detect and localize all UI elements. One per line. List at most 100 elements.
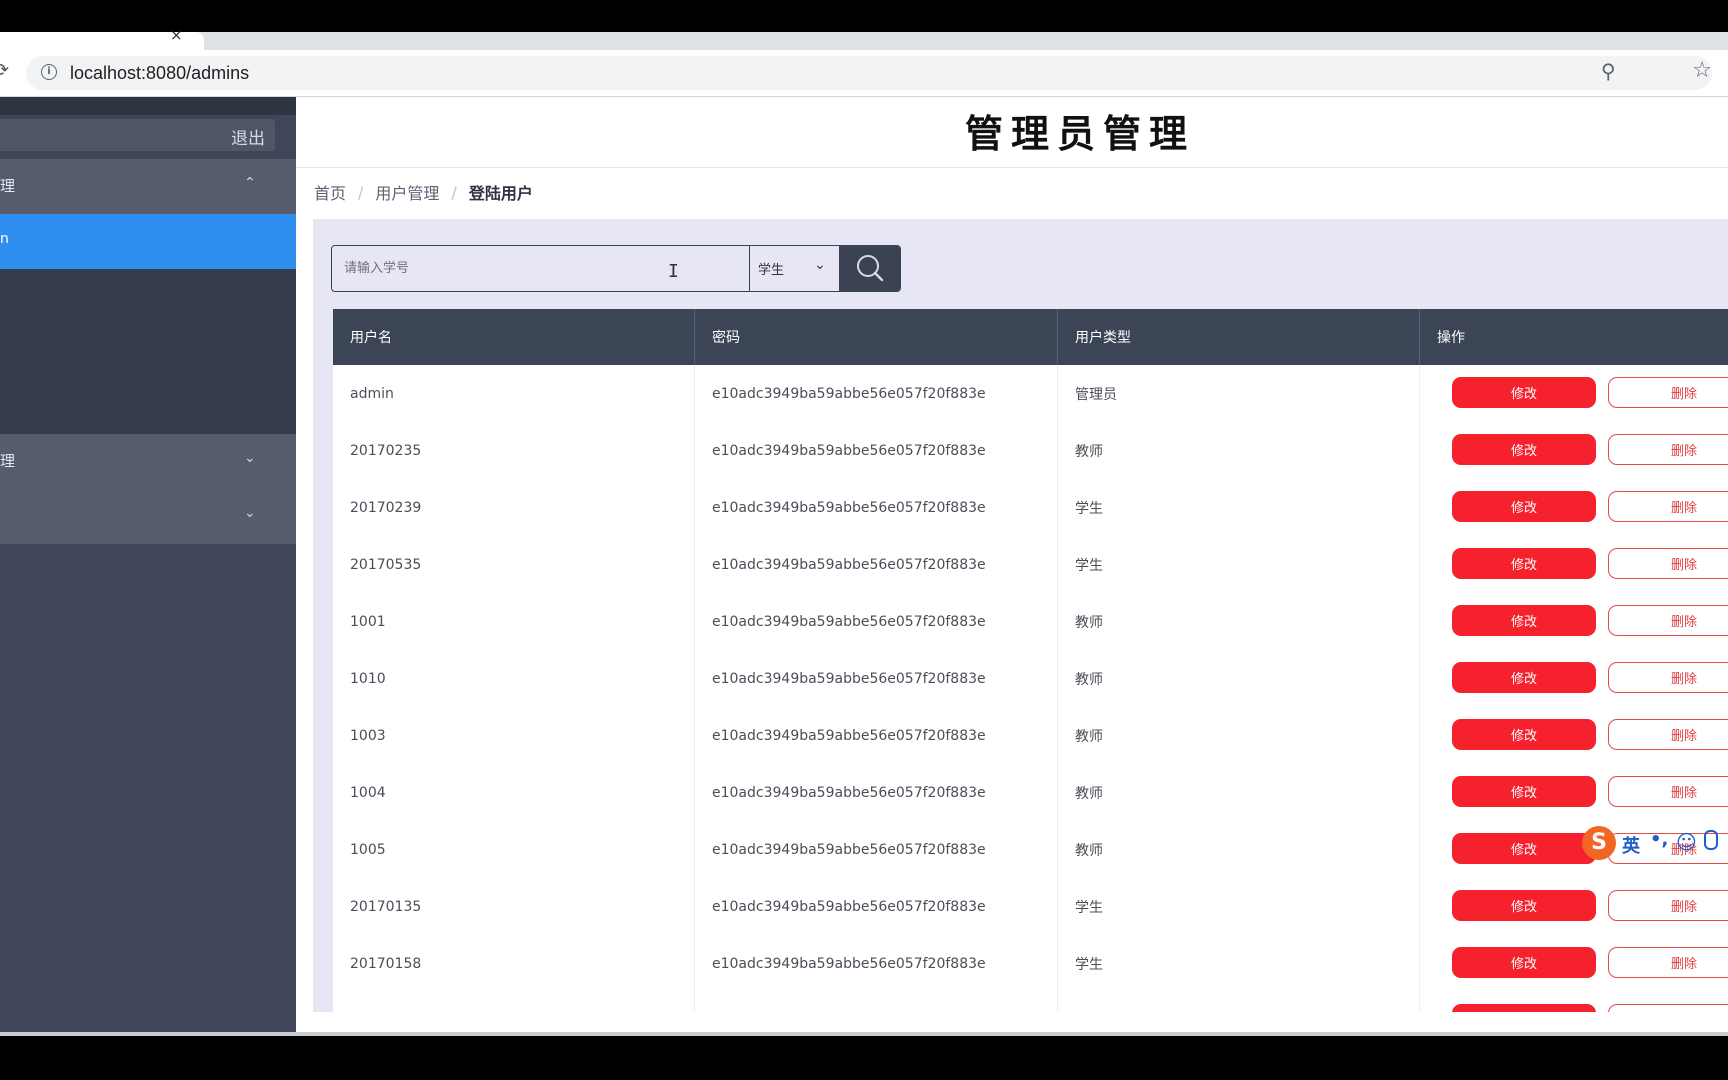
edit-button[interactable]: 修改 xyxy=(1452,434,1596,465)
sidebar-item-2[interactable] xyxy=(0,269,296,324)
edit-button[interactable] xyxy=(1452,1004,1596,1012)
chevron-up-icon: ⌃ xyxy=(244,175,256,191)
breadcrumb-separator: / xyxy=(358,182,364,202)
cell-password: e10adc3949ba59abbe56e057f20f883e xyxy=(695,821,1058,878)
delete-button[interactable]: 删除 xyxy=(1608,776,1728,807)
search-button[interactable] xyxy=(839,246,900,291)
cell-username: 20170235 xyxy=(333,422,695,479)
sidebar-header xyxy=(0,97,296,115)
tab-close-icon[interactable]: × xyxy=(170,26,183,44)
cell-user-type: 管理员 xyxy=(1058,365,1420,422)
delete-button[interactable]: 删除 xyxy=(1608,548,1728,579)
delete-button[interactable]: 删除 xyxy=(1608,947,1728,978)
sidebar-item-active[interactable]: n xyxy=(0,214,296,269)
cell-user-type: 教师 xyxy=(1058,821,1420,878)
student-id-input[interactable] xyxy=(332,246,750,291)
table-row: admin e10adc3949ba59abbe56e057f20f883e 管… xyxy=(333,365,1728,423)
breadcrumb-current: 登陆用户 xyxy=(468,184,533,203)
ime-toolbar[interactable]: S 英 •, ☺ xyxy=(1582,826,1728,862)
cell-password: e10adc3949ba59abbe56e057f20f883e xyxy=(695,764,1058,821)
site-info-icon[interactable]: i xyxy=(41,64,57,80)
table-row: 1005 e10adc3949ba59abbe56e057f20f883e 教师… xyxy=(333,821,1728,879)
cell-user-type: 教师 xyxy=(1058,707,1420,764)
chevron-down-icon: ⌄ xyxy=(814,257,826,273)
delete-button[interactable]: 删除 xyxy=(1608,662,1728,693)
cell-password: e10adc3949ba59abbe56e057f20f883e xyxy=(695,650,1058,707)
table-row: 20170235 e10adc3949ba59abbe56e057f20f883… xyxy=(333,422,1728,480)
table-row: 20170158 e10adc3949ba59abbe56e057f20f883… xyxy=(333,935,1728,993)
edit-button[interactable]: 修改 xyxy=(1452,605,1596,636)
header-actions: 操作 xyxy=(1437,330,1465,346)
delete-button[interactable]: 删除 xyxy=(1608,491,1728,522)
delete-button[interactable]: 删除 xyxy=(1608,377,1728,408)
cell-user-type: 学生 xyxy=(1058,935,1420,992)
address-bar[interactable]: i localhost:8080/admins ⚲ ☆ xyxy=(26,56,1712,90)
breadcrumb-user-management[interactable]: 用户管理 xyxy=(375,180,439,204)
zoom-out-icon[interactable]: ⚲ xyxy=(1601,59,1616,83)
page-title: 管理员管理 xyxy=(965,111,1196,156)
cell-username: 1003 xyxy=(333,707,695,764)
cell-user-type: 学生 xyxy=(1058,536,1420,593)
ime-punctuation-toggle[interactable]: •, xyxy=(1650,829,1668,850)
edit-button[interactable]: 修改 xyxy=(1452,890,1596,921)
cell-password: e10adc3949ba59abbe56e057f20f883e xyxy=(695,593,1058,650)
logout-label: 退出 xyxy=(231,129,265,149)
edit-button[interactable]: 修改 xyxy=(1452,833,1596,864)
table-row: 1003 e10adc3949ba59abbe56e057f20f883e 教师… xyxy=(333,707,1728,765)
sidebar-item-3[interactable] xyxy=(0,324,296,379)
cell-username: 1001 xyxy=(333,593,695,650)
edit-button[interactable]: 修改 xyxy=(1452,719,1596,750)
sidebar-group-1[interactable]: 理 ⌃ xyxy=(0,159,296,214)
ime-language-toggle[interactable]: 英 xyxy=(1622,832,1640,858)
edit-button[interactable]: 修改 xyxy=(1452,776,1596,807)
edit-button[interactable]: 修改 xyxy=(1452,377,1596,408)
user-type-select[interactable]: 学生 ⌄ xyxy=(752,246,838,291)
edit-button[interactable]: 修改 xyxy=(1452,947,1596,978)
sidebar-group-3[interactable]: ⌄ xyxy=(0,489,296,544)
delete-button[interactable]: 删除 xyxy=(1608,605,1728,636)
cell-password: e10adc3949ba59abbe56e057f20f883e xyxy=(695,878,1058,935)
logout-button[interactable]: 退出 xyxy=(0,119,275,151)
cell-username: admin xyxy=(333,365,695,422)
edit-button[interactable]: 修改 xyxy=(1452,491,1596,522)
edit-button[interactable]: 修改 xyxy=(1452,548,1596,579)
cell-username: 1010 xyxy=(333,650,695,707)
header-user-type: 用户类型 xyxy=(1058,309,1420,365)
cell-username xyxy=(333,992,695,1012)
cell-user-type: 教师 xyxy=(1058,422,1420,479)
sidebar-group-label: 理 xyxy=(0,452,16,470)
sidebar: 退出 理 ⌃ n 理 ⌄ ⌄ xyxy=(0,97,296,1032)
sidebar-item-label: n xyxy=(0,231,9,247)
cell-password: e10adc3949ba59abbe56e057f20f883e xyxy=(695,422,1058,479)
delete-button[interactable]: 删除 xyxy=(1608,434,1728,465)
sogou-logo-icon[interactable]: S xyxy=(1582,826,1616,860)
table-row: 1004 e10adc3949ba59abbe56e057f20f883e 教师… xyxy=(333,764,1728,822)
reload-icon[interactable]: ⟳ xyxy=(0,60,9,81)
url-text[interactable]: localhost:8080/admins xyxy=(70,63,249,84)
table-row: 20170535 e10adc3949ba59abbe56e057f20f883… xyxy=(333,536,1728,594)
cell-username: 1005 xyxy=(333,821,695,878)
table-row xyxy=(333,992,1728,1012)
browser-toolbar: ⟳ i localhost:8080/admins ⚲ ☆ xyxy=(0,50,1728,97)
search-icon xyxy=(857,255,884,282)
delete-button[interactable]: 删除 xyxy=(1608,719,1728,750)
sidebar-item-4[interactable] xyxy=(0,379,296,434)
microphone-icon[interactable] xyxy=(1704,830,1718,850)
breadcrumb-home[interactable]: 首页 xyxy=(314,180,346,204)
cell-password xyxy=(695,992,1058,1012)
search-bar: 学生 ⌄ xyxy=(331,245,901,292)
emoji-icon[interactable]: ☺ xyxy=(1676,830,1697,854)
breadcrumb: 首页 / 用户管理 / 登陆用户 xyxy=(314,179,533,205)
users-table: 用户名 密码 用户类型 操作 admin e10adc3949ba59abbe5… xyxy=(333,309,1728,1012)
table-row: 20170239 e10adc3949ba59abbe56e057f20f883… xyxy=(333,479,1728,537)
bookmark-star-icon[interactable]: ☆ xyxy=(1692,58,1712,83)
delete-button[interactable]: 删除 xyxy=(1608,890,1728,921)
cell-username: 1004 xyxy=(333,764,695,821)
edit-button[interactable]: 修改 xyxy=(1452,662,1596,693)
user-type-value: 学生 xyxy=(758,263,785,278)
content-panel: 学生 ⌄ I 用户名 密码 用户类型 操作 xyxy=(313,219,1728,1012)
delete-button[interactable] xyxy=(1608,1004,1728,1012)
cell-user-type: 教师 xyxy=(1058,593,1420,650)
sidebar-group-2[interactable]: 理 ⌄ xyxy=(0,434,296,489)
cell-password: e10adc3949ba59abbe56e057f20f883e xyxy=(695,365,1058,422)
